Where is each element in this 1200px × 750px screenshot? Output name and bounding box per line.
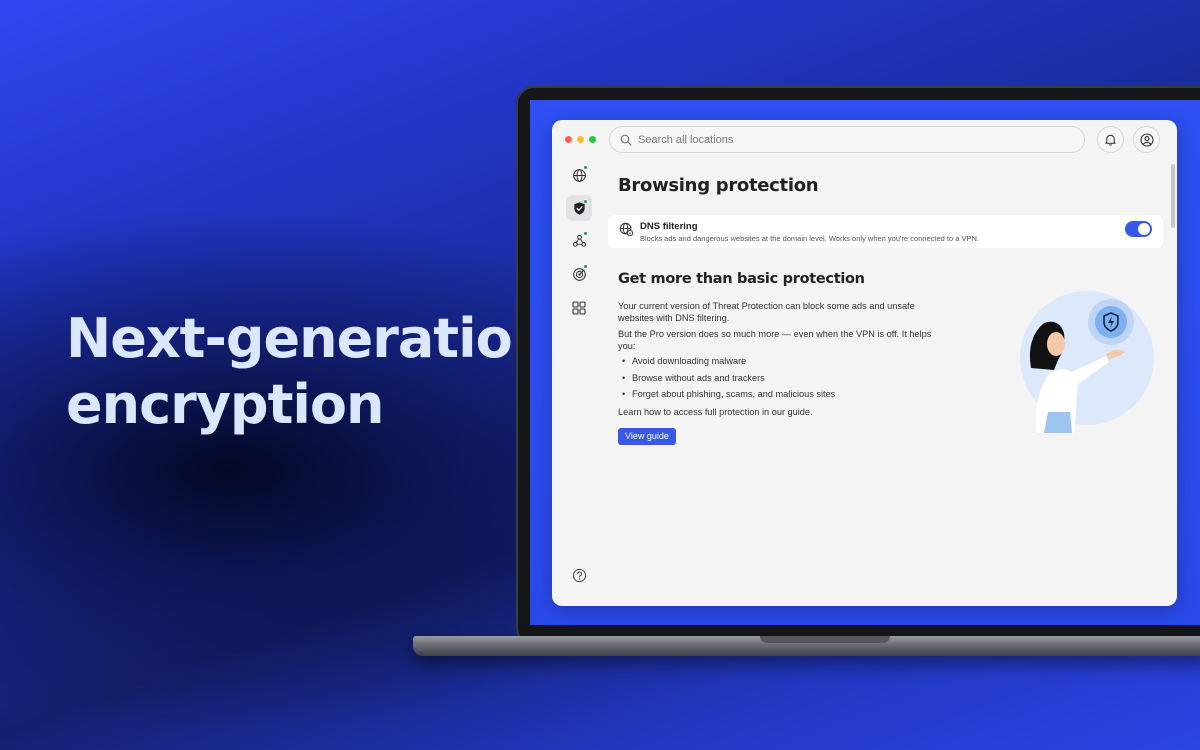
dns-filtering-title: DNS filtering <box>640 221 698 232</box>
user-icon <box>1139 132 1154 147</box>
laptop-notch <box>760 636 890 643</box>
dns-filtering-card: DNS filtering Blocks ads and dangerous w… <box>608 215 1163 248</box>
view-guide-button[interactable]: View guide <box>618 428 676 445</box>
promo-title: Get more than basic protection <box>618 271 865 287</box>
search-icon <box>620 134 632 146</box>
page-title: Browsing protection <box>618 175 819 196</box>
sidebar-item-vpn[interactable] <box>566 162 592 188</box>
status-dot <box>583 231 588 236</box>
status-dot <box>583 199 588 204</box>
sidebar-item-dark-web-monitor[interactable] <box>566 261 592 287</box>
sidebar-item-threat-protection[interactable] <box>566 195 592 221</box>
sidebar-item-more-apps[interactable] <box>566 295 592 321</box>
zoom-window-button[interactable] <box>589 136 596 143</box>
bell-icon <box>1105 134 1116 146</box>
notifications-button[interactable] <box>1097 126 1124 153</box>
minimize-window-button[interactable] <box>577 136 584 143</box>
dns-filtering-toggle[interactable] <box>1125 221 1152 237</box>
toggle-knob <box>1138 223 1150 235</box>
close-window-button[interactable] <box>565 136 572 143</box>
promo-bullet: Avoid downloading malware <box>622 356 746 366</box>
sidebar-item-meshnet[interactable] <box>566 228 592 254</box>
headline-line-1: Next-generation <box>66 307 550 370</box>
help-button[interactable] <box>572 568 587 588</box>
account-button[interactable] <box>1133 126 1160 153</box>
dns-globe-icon <box>619 222 634 237</box>
promo-bullet: Forget about phishing, scams, and malici… <box>622 389 835 399</box>
status-dot <box>583 165 588 170</box>
headline-line-2: encryption <box>66 373 384 436</box>
grid-icon <box>572 301 586 315</box>
marketing-headline: Next-generation encryption <box>66 306 550 438</box>
dns-filtering-description: Blocks ads and dangerous websites at the… <box>640 234 979 243</box>
search-bar[interactable] <box>609 126 1085 153</box>
search-input[interactable] <box>638 133 1058 146</box>
promo-paragraph-1: Your current version of Threat Protectio… <box>618 301 915 323</box>
question-icon <box>572 568 587 583</box>
woman-shield-illustration <box>1020 291 1154 433</box>
status-dot <box>583 264 588 269</box>
app-window: Browsing protection DNS filtering Blocks… <box>552 120 1177 606</box>
promo-bullet: Browse without ads and trackers <box>622 373 765 383</box>
promo-paragraph-2: But the Pro version does so much more — … <box>618 329 932 351</box>
promo-paragraph-3: Learn how to access full protection in o… <box>618 407 813 417</box>
scrollbar[interactable] <box>1171 164 1175 228</box>
